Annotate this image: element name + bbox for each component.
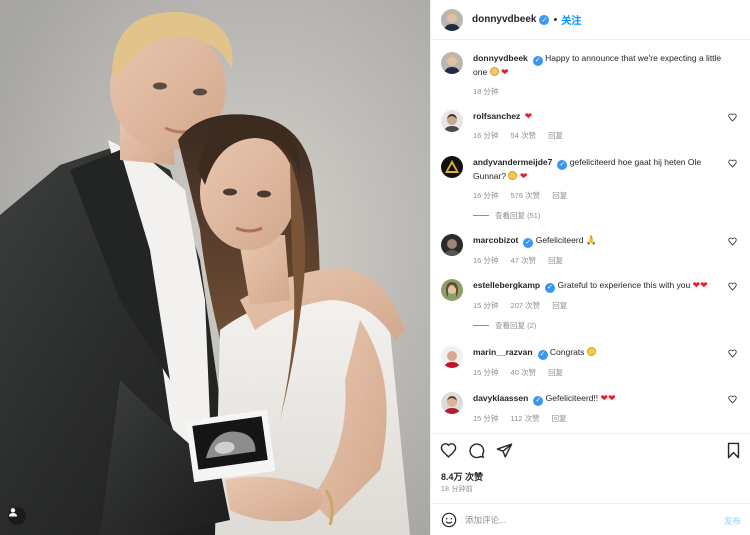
commenter-username[interactable]: andyvandermeijde7 — [473, 157, 552, 167]
comment-meta: 15 分钟 207 次赞 回复 — [473, 299, 723, 312]
heart-eyes-face-emoji-icon — [586, 347, 596, 356]
comment-likes[interactable]: 207 次赞 — [511, 301, 541, 310]
comment-text: Gefeliciteerd — [535, 235, 584, 245]
user-tag-icon[interactable] — [8, 507, 26, 525]
comment-meta: 16 分钟 54 次赞 回复 — [473, 129, 723, 142]
add-comment-bar: 发布 — [431, 503, 750, 535]
comment-meta: 16 分钟 576 次赞 回复 — [473, 189, 723, 202]
commenter-username[interactable]: marin__razvan — [473, 347, 533, 357]
paper-plane-icon[interactable] — [496, 442, 513, 459]
view-replies-button[interactable]: 查看回复 (2) — [473, 319, 723, 332]
commenter-username[interactable]: rolfsanchez — [473, 111, 520, 121]
view-replies-label: 查看回复 (51) — [495, 210, 541, 220]
commenter-avatar[interactable] — [441, 392, 463, 414]
like-comment-heart-icon[interactable] — [728, 349, 737, 358]
comment-time: 16 分钟 — [473, 255, 499, 265]
post-header: donnyvdbeek ✓ • 关注 — [431, 0, 750, 40]
verified-badge-icon: ✓ — [537, 349, 548, 360]
replies-divider-line — [473, 214, 489, 216]
verified-badge-icon: ✓ — [532, 55, 543, 66]
smiley-icon[interactable] — [441, 512, 457, 528]
red-heart-emoji-icon: ❤ — [500, 66, 509, 77]
comment-text: Grateful to experience this with you — [557, 280, 691, 290]
view-replies-label: 查看回复 (2) — [495, 320, 537, 330]
like-comment-heart-icon[interactable] — [728, 113, 737, 122]
folded-hands-emoji-icon: 🙏 — [585, 235, 598, 245]
comment-likes[interactable]: 40 次赞 — [511, 368, 536, 377]
red-heart-emoji-icon: ❤ — [524, 111, 533, 121]
replies-divider-line — [473, 324, 489, 326]
comment-time: 15 分钟 — [473, 367, 499, 377]
reply-button[interactable]: 回复 — [548, 368, 563, 377]
comment-time: 16 分钟 — [473, 131, 499, 140]
red-heart-emoji-icon: ❤ — [600, 393, 609, 403]
bookmark-icon[interactable] — [726, 442, 741, 459]
post-comment-button[interactable]: 发布 — [724, 515, 741, 527]
caption-username[interactable]: donnyvdbeek — [473, 53, 528, 63]
heart-outline-icon[interactable] — [440, 442, 457, 459]
reply-button[interactable]: 回复 — [548, 256, 563, 265]
follow-button[interactable]: 关注 — [561, 12, 581, 27]
verified-badge-icon: ✓ — [533, 395, 544, 406]
commenter-avatar[interactable] — [441, 346, 463, 368]
user-silhouette-icon — [9, 508, 17, 517]
likes-count[interactable]: 8.4万 次赞 — [441, 470, 483, 483]
comment-likes[interactable]: 576 次赞 — [511, 191, 541, 200]
verified-badge-icon: ✓ — [539, 14, 550, 25]
reply-button[interactable]: 回复 — [552, 191, 567, 200]
comment-bubble-icon[interactable] — [468, 442, 485, 459]
comment-time: 15 分钟 — [473, 413, 499, 423]
couple-photo-illustration — [0, 0, 430, 535]
comment-input[interactable] — [465, 515, 715, 525]
comment-time: 16 分钟 — [473, 190, 499, 200]
commenter-username[interactable]: estellebergkamp — [473, 280, 540, 290]
author-username[interactable]: donnyvdbeek — [472, 14, 536, 25]
view-replies-button[interactable]: 查看回复 (51) — [473, 209, 723, 222]
post-actions: 8.4万 次赞 18 分钟前 发布 — [431, 433, 750, 535]
instagram-post: donnyvdbeek ✓ • 关注 donnyvdbeek ✓ Happy to… — [0, 0, 750, 535]
red-heart-emoji-icon: ❤ — [608, 393, 616, 403]
comment-text: Congrats — [549, 347, 585, 357]
red-heart-emoji-icon: ❤ — [700, 280, 708, 290]
verified-badge-icon: ✓ — [557, 159, 568, 170]
like-comment-heart-icon[interactable] — [728, 159, 737, 168]
comments-list[interactable]: donnyvdbeek ✓ Happy to announce that we'r… — [431, 40, 750, 433]
post-time: 18 分钟前 — [441, 486, 473, 493]
like-comment-heart-icon[interactable] — [728, 282, 737, 291]
like-comment-heart-icon[interactable] — [728, 395, 737, 404]
comment-text: Gefeliciteerd!! — [545, 393, 599, 403]
red-heart-emoji-icon: ❤ — [519, 170, 528, 181]
commenter-username[interactable]: davyklaassen — [473, 393, 528, 403]
commenter-avatar[interactable] — [441, 234, 463, 256]
post-side-panel: donnyvdbeek ✓ • 关注 donnyvdbeek ✓ Happy to… — [430, 0, 750, 535]
like-comment-heart-icon[interactable] — [728, 237, 737, 246]
caption-time: 18 分钟 — [473, 86, 499, 96]
reply-button[interactable]: 回复 — [552, 301, 567, 310]
comment-likes[interactable]: 47 次赞 — [511, 256, 536, 265]
reply-button[interactable]: 回复 — [552, 414, 567, 423]
baby-face-emoji-icon — [489, 66, 499, 76]
comment-meta: 15 分钟 40 次赞 回复 — [473, 366, 723, 379]
commenter-username[interactable]: marcobizot — [473, 235, 518, 245]
comment-time: 15 分钟 — [473, 300, 499, 310]
commenter-avatar[interactable] — [441, 279, 463, 301]
reply-button[interactable]: 回复 — [548, 131, 563, 140]
verified-badge-icon: ✓ — [545, 282, 556, 293]
comment-meta: 16 分钟 47 次赞 回复 — [473, 254, 723, 267]
comment-likes[interactable]: 54 次赞 — [511, 131, 536, 140]
author-avatar[interactable] — [441, 8, 463, 31]
comment-likes[interactable]: 112 次赞 — [511, 414, 540, 423]
commenter-avatar[interactable] — [441, 110, 463, 132]
comment-meta: 15 分钟 112 次赞 回复 — [473, 412, 723, 425]
post-photo[interactable] — [0, 0, 430, 535]
verified-badge-icon: ✓ — [523, 237, 534, 248]
caption-meta: 18 分钟 — [473, 85, 723, 98]
commenter-avatar[interactable] — [441, 156, 463, 178]
action-icons-row — [440, 442, 513, 459]
separator-dot: • — [553, 13, 558, 26]
author-avatar[interactable] — [441, 52, 463, 74]
laughing-face-emoji-icon — [508, 170, 518, 180]
